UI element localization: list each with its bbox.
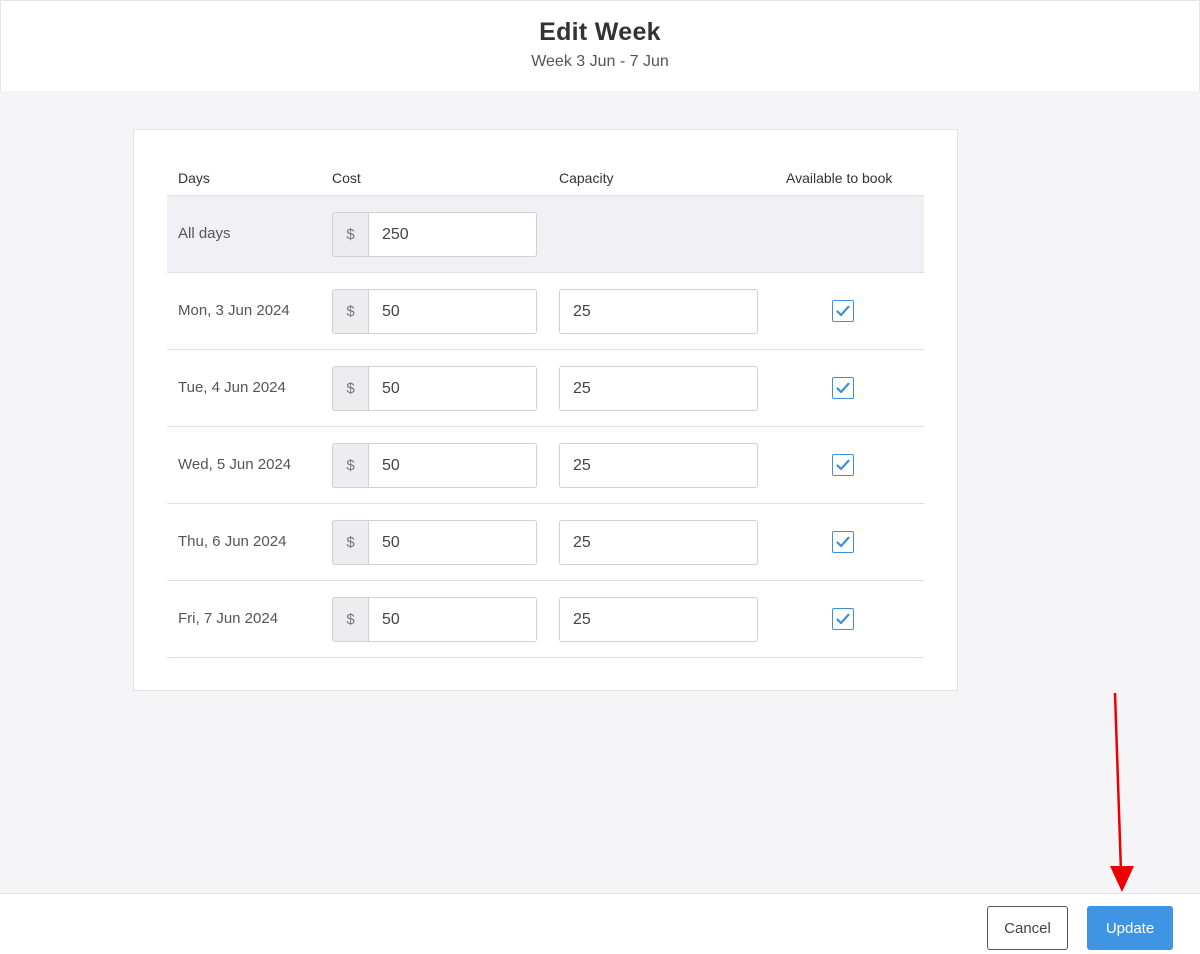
capacity-input[interactable] [559,520,758,565]
all-days-row: All days $ [167,196,924,273]
update-button[interactable]: Update [1087,906,1173,950]
page-title: Edit Week [539,18,661,46]
cost-input-group: $ [332,443,537,488]
available-checkbox[interactable] [832,531,854,553]
column-header-cost: Cost [332,170,361,186]
currency-prefix: $ [332,520,368,565]
available-checkbox[interactable] [832,377,854,399]
table-row: Wed, 5 Jun 2024 $ [167,427,924,504]
all-days-cost-group: $ [332,212,537,257]
cost-input[interactable] [368,443,537,488]
week-editor-card: Days Cost Capacity Available to book All… [133,129,958,691]
table-header: Days Cost Capacity Available to book [167,164,924,196]
cost-input[interactable] [368,366,537,411]
capacity-input[interactable] [559,366,758,411]
cost-input[interactable] [368,597,537,642]
all-days-cost-input[interactable] [368,212,537,257]
week-table: Days Cost Capacity Available to book All… [167,164,924,658]
day-label: Fri, 7 Jun 2024 [178,610,279,627]
capacity-input[interactable] [559,289,758,334]
annotation-arrow-head [1110,866,1134,892]
currency-prefix: $ [332,289,368,334]
table-row: Fri, 7 Jun 2024 $ [167,581,924,658]
page-subtitle: Week 3 Jun - 7 Jun [531,53,669,70]
checkmark-icon [836,536,850,548]
annotation-arrow-shaft [1113,692,1123,873]
capacity-input[interactable] [559,443,758,488]
cost-input[interactable] [368,289,537,334]
table-row: Tue, 4 Jun 2024 $ [167,350,924,427]
checkmark-icon [836,382,850,394]
cancel-button[interactable]: Cancel [987,906,1068,950]
available-checkbox[interactable] [832,608,854,630]
cost-input-group: $ [332,289,537,334]
day-label: Tue, 4 Jun 2024 [178,379,286,396]
day-label: Thu, 6 Jun 2024 [178,533,287,550]
table-row: Mon, 3 Jun 2024 $ [167,273,924,350]
currency-prefix: $ [332,443,368,488]
all-days-label: All days [178,225,231,242]
available-checkbox[interactable] [832,300,854,322]
currency-prefix: $ [332,597,368,642]
cost-input-group: $ [332,597,537,642]
cost-input[interactable] [368,520,537,565]
column-header-capacity: Capacity [559,170,614,186]
modal-footer: Cancel Update [0,893,1200,954]
available-checkbox[interactable] [832,454,854,476]
checkmark-icon [836,459,850,471]
checkmark-icon [836,613,850,625]
cost-input-group: $ [332,520,537,565]
day-label: Wed, 5 Jun 2024 [178,456,292,473]
column-header-days: Days [178,170,210,186]
table-row: Thu, 6 Jun 2024 $ [167,504,924,581]
checkmark-icon [836,305,850,317]
currency-prefix: $ [332,212,368,257]
day-label: Mon, 3 Jun 2024 [178,302,290,319]
capacity-input[interactable] [559,597,758,642]
day-rows: Mon, 3 Jun 2024$Tue, 4 Jun 2024$Wed, 5 J… [167,273,924,658]
cost-input-group: $ [332,366,537,411]
modal-header: Edit Week Week 3 Jun - 7 Jun [0,0,1200,91]
currency-prefix: $ [332,366,368,411]
column-header-available: Available to book [786,170,893,186]
